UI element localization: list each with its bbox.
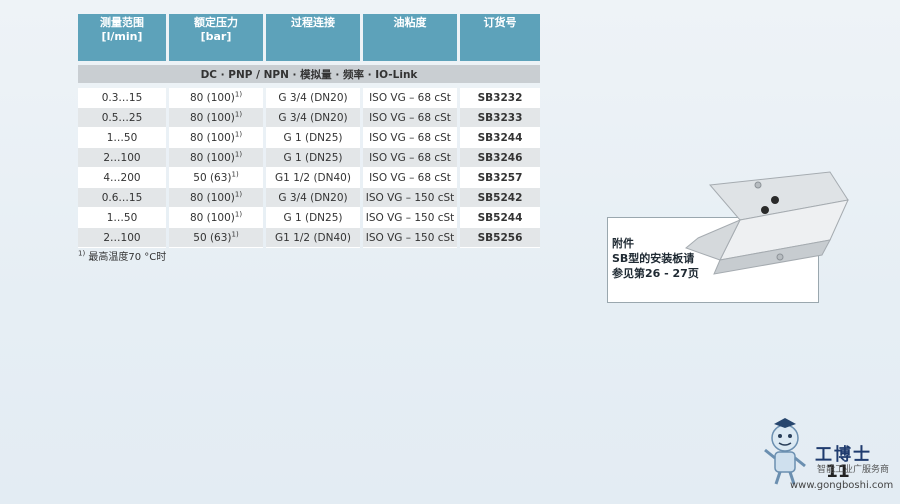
table-row: 0.6…15 80 (100)1) G 3/4 (DN20) ISO VG – 150… — [78, 188, 540, 208]
footnote-ref: 1) — [231, 170, 239, 178]
table-row: 1…50 80 (100)1) G 1 (DN25) ISO VG – 68 cSt S… — [78, 128, 540, 148]
cell-oil-viscosity: ISO VG – 150 cSt — [363, 208, 457, 228]
cell-order-number: SB3232 — [460, 88, 540, 108]
cell-rated-pressure: 80 (100)1) — [169, 88, 263, 108]
cell-measuring-range: 0.3…15 — [78, 88, 166, 108]
cell-measuring-range: 2…100 — [78, 148, 166, 168]
cell-oil-viscosity: ISO VG – 68 cSt — [363, 168, 457, 188]
cell-oil-viscosity: ISO VG – 68 cSt — [363, 108, 457, 128]
cell-rated-pressure: 80 (100)1) — [169, 148, 263, 168]
cell-order-number: SB3244 — [460, 128, 540, 148]
header-unit: [bar] — [200, 30, 232, 43]
cell-oil-viscosity: ISO VG – 68 cSt — [363, 128, 457, 148]
cell-process-connection: G 3/4 (DN20) — [266, 188, 360, 208]
header-unit: [l/min] — [101, 30, 143, 43]
pressure-value: 80 (100) — [189, 151, 235, 164]
footnote-ref: 1) — [234, 110, 243, 118]
pressure-value: 80 (100) — [189, 91, 235, 104]
header-process-connection: 过程连接 — [266, 14, 360, 61]
cell-rated-pressure: 80 (100)1) — [169, 208, 263, 228]
accessory-callout-text: 附件 SB型的安装板请 参见第26 - 27页 — [612, 236, 699, 281]
footnote-ref: 1) — [234, 190, 243, 198]
footnote-ref: 1) — [234, 210, 243, 218]
footnote: 1) 最高温度70 °C时 — [78, 248, 166, 263]
cell-order-number: SB3233 — [460, 108, 540, 128]
header-label: 额定压力 — [194, 16, 238, 29]
footnote-ref: 1) — [234, 90, 243, 98]
footnote-text: 最高温度70 °C时 — [88, 252, 167, 263]
callout-page-reference: 参见第26 - 27页 — [612, 267, 699, 280]
header-measuring-range: 测量范围 [l/min] — [78, 14, 166, 61]
watermark-subtitle: 智能工业广服务商 — [817, 465, 890, 475]
header-label: 过程连接 — [291, 16, 335, 29]
footnote-ref: 1) — [234, 130, 243, 138]
table-header-row: 测量范围 [l/min] 额定压力 [bar] 过程连接 油粘度 订货号 — [78, 14, 540, 61]
cell-order-number: SB3246 — [460, 148, 540, 168]
section-title: DC · PNP / NPN · 模拟量 · 频率 · IO-Link — [78, 65, 540, 83]
section-row: DC · PNP / NPN · 模拟量 · 频率 · IO-Link — [78, 65, 540, 83]
cell-measuring-range: 0.5…25 — [78, 108, 166, 128]
cell-measuring-range: 4…200 — [78, 168, 166, 188]
pressure-value: 80 (100) — [189, 111, 235, 124]
product-table-container: 测量范围 [l/min] 额定压力 [bar] 过程连接 油粘度 订货号 DC · … — [78, 14, 540, 248]
header-order-number: 订货号 — [460, 14, 540, 61]
cell-rated-pressure: 50 (63)1) — [169, 168, 263, 188]
cell-measuring-range: 2…100 — [78, 228, 166, 248]
pressure-value: 50 (63) — [193, 171, 232, 184]
table-row: 2…100 80 (100)1) G 1 (DN25) ISO VG – 68 cSt… — [78, 148, 540, 168]
cell-oil-viscosity: ISO VG – 150 cSt — [363, 228, 457, 248]
header-label: 测量范围 — [100, 16, 144, 29]
cell-order-number: SB5242 — [460, 188, 540, 208]
callout-heading: 附件 — [612, 237, 634, 250]
cell-order-number: SB3257 — [460, 168, 540, 188]
cell-measuring-range: 1…50 — [78, 208, 166, 228]
table-row: 4…200 50 (63)1) G1 1/2 (DN40) ISO VG – 68 c… — [78, 168, 540, 188]
pressure-value: 80 (100) — [189, 131, 235, 144]
header-oil-viscosity: 油粘度 — [363, 14, 457, 61]
mounting-plate-image — [685, 171, 849, 275]
cell-order-number: SB5244 — [460, 208, 540, 228]
cell-rated-pressure: 50 (63)1) — [169, 228, 263, 248]
header-label: 订货号 — [483, 16, 517, 29]
pressure-value: 80 (100) — [189, 191, 235, 204]
footnote-marker: 1) — [78, 249, 86, 258]
cell-rated-pressure: 80 (100)1) — [169, 108, 263, 128]
table-body: 0.3…15 80 (100)1) G 3/4 (DN20) ISO VG – 68 … — [78, 88, 540, 248]
cell-oil-viscosity: ISO VG – 68 cSt — [363, 88, 457, 108]
header-label: 油粘度 — [393, 16, 427, 29]
callout-line: SB型的安装板请 — [612, 252, 695, 265]
product-table: 测量范围 [l/min] 额定压力 [bar] 过程连接 油粘度 订货号 DC · … — [75, 14, 543, 248]
cell-order-number: SB5256 — [460, 228, 540, 248]
cell-process-connection: G 1 (DN25) — [266, 208, 360, 228]
table-row: 0.3…15 80 (100)1) G 3/4 (DN20) ISO VG – 68 … — [78, 88, 540, 108]
pressure-value: 50 (63) — [193, 231, 232, 244]
footnote-ref: 1) — [231, 230, 239, 238]
table-row: 2…100 50 (63)1) G1 1/2 (DN40) ISO VG – 150 … — [78, 228, 540, 248]
cell-process-connection: G 3/4 (DN20) — [266, 88, 360, 108]
cell-rated-pressure: 80 (100)1) — [169, 188, 263, 208]
header-rated-pressure: 额定压力 [bar] — [169, 14, 263, 61]
table-row: 0.5…25 80 (100)1) G 3/4 (DN20) ISO VG – 68 … — [78, 108, 540, 128]
cell-process-connection: G 1 (DN25) — [266, 128, 360, 148]
cell-process-connection: G 3/4 (DN20) — [266, 108, 360, 128]
cell-oil-viscosity: ISO VG – 68 cSt — [363, 148, 457, 168]
watermark-url: www.gongboshi.com — [790, 480, 894, 491]
cell-measuring-range: 0.6…15 — [78, 188, 166, 208]
watermark-robot-icon — [764, 418, 806, 485]
cell-oil-viscosity: ISO VG – 150 cSt — [363, 188, 457, 208]
cell-process-connection: G1 1/2 (DN40) — [266, 228, 360, 248]
cell-rated-pressure: 80 (100)1) — [169, 128, 263, 148]
cell-process-connection: G1 1/2 (DN40) — [266, 168, 360, 188]
footnote-ref: 1) — [234, 150, 243, 158]
cell-process-connection: G 1 (DN25) — [266, 148, 360, 168]
table-row: 1…50 80 (100)1) G 1 (DN25) ISO VG – 150 cSt… — [78, 208, 540, 228]
pressure-value: 80 (100) — [189, 211, 235, 224]
cell-measuring-range: 1…50 — [78, 128, 166, 148]
